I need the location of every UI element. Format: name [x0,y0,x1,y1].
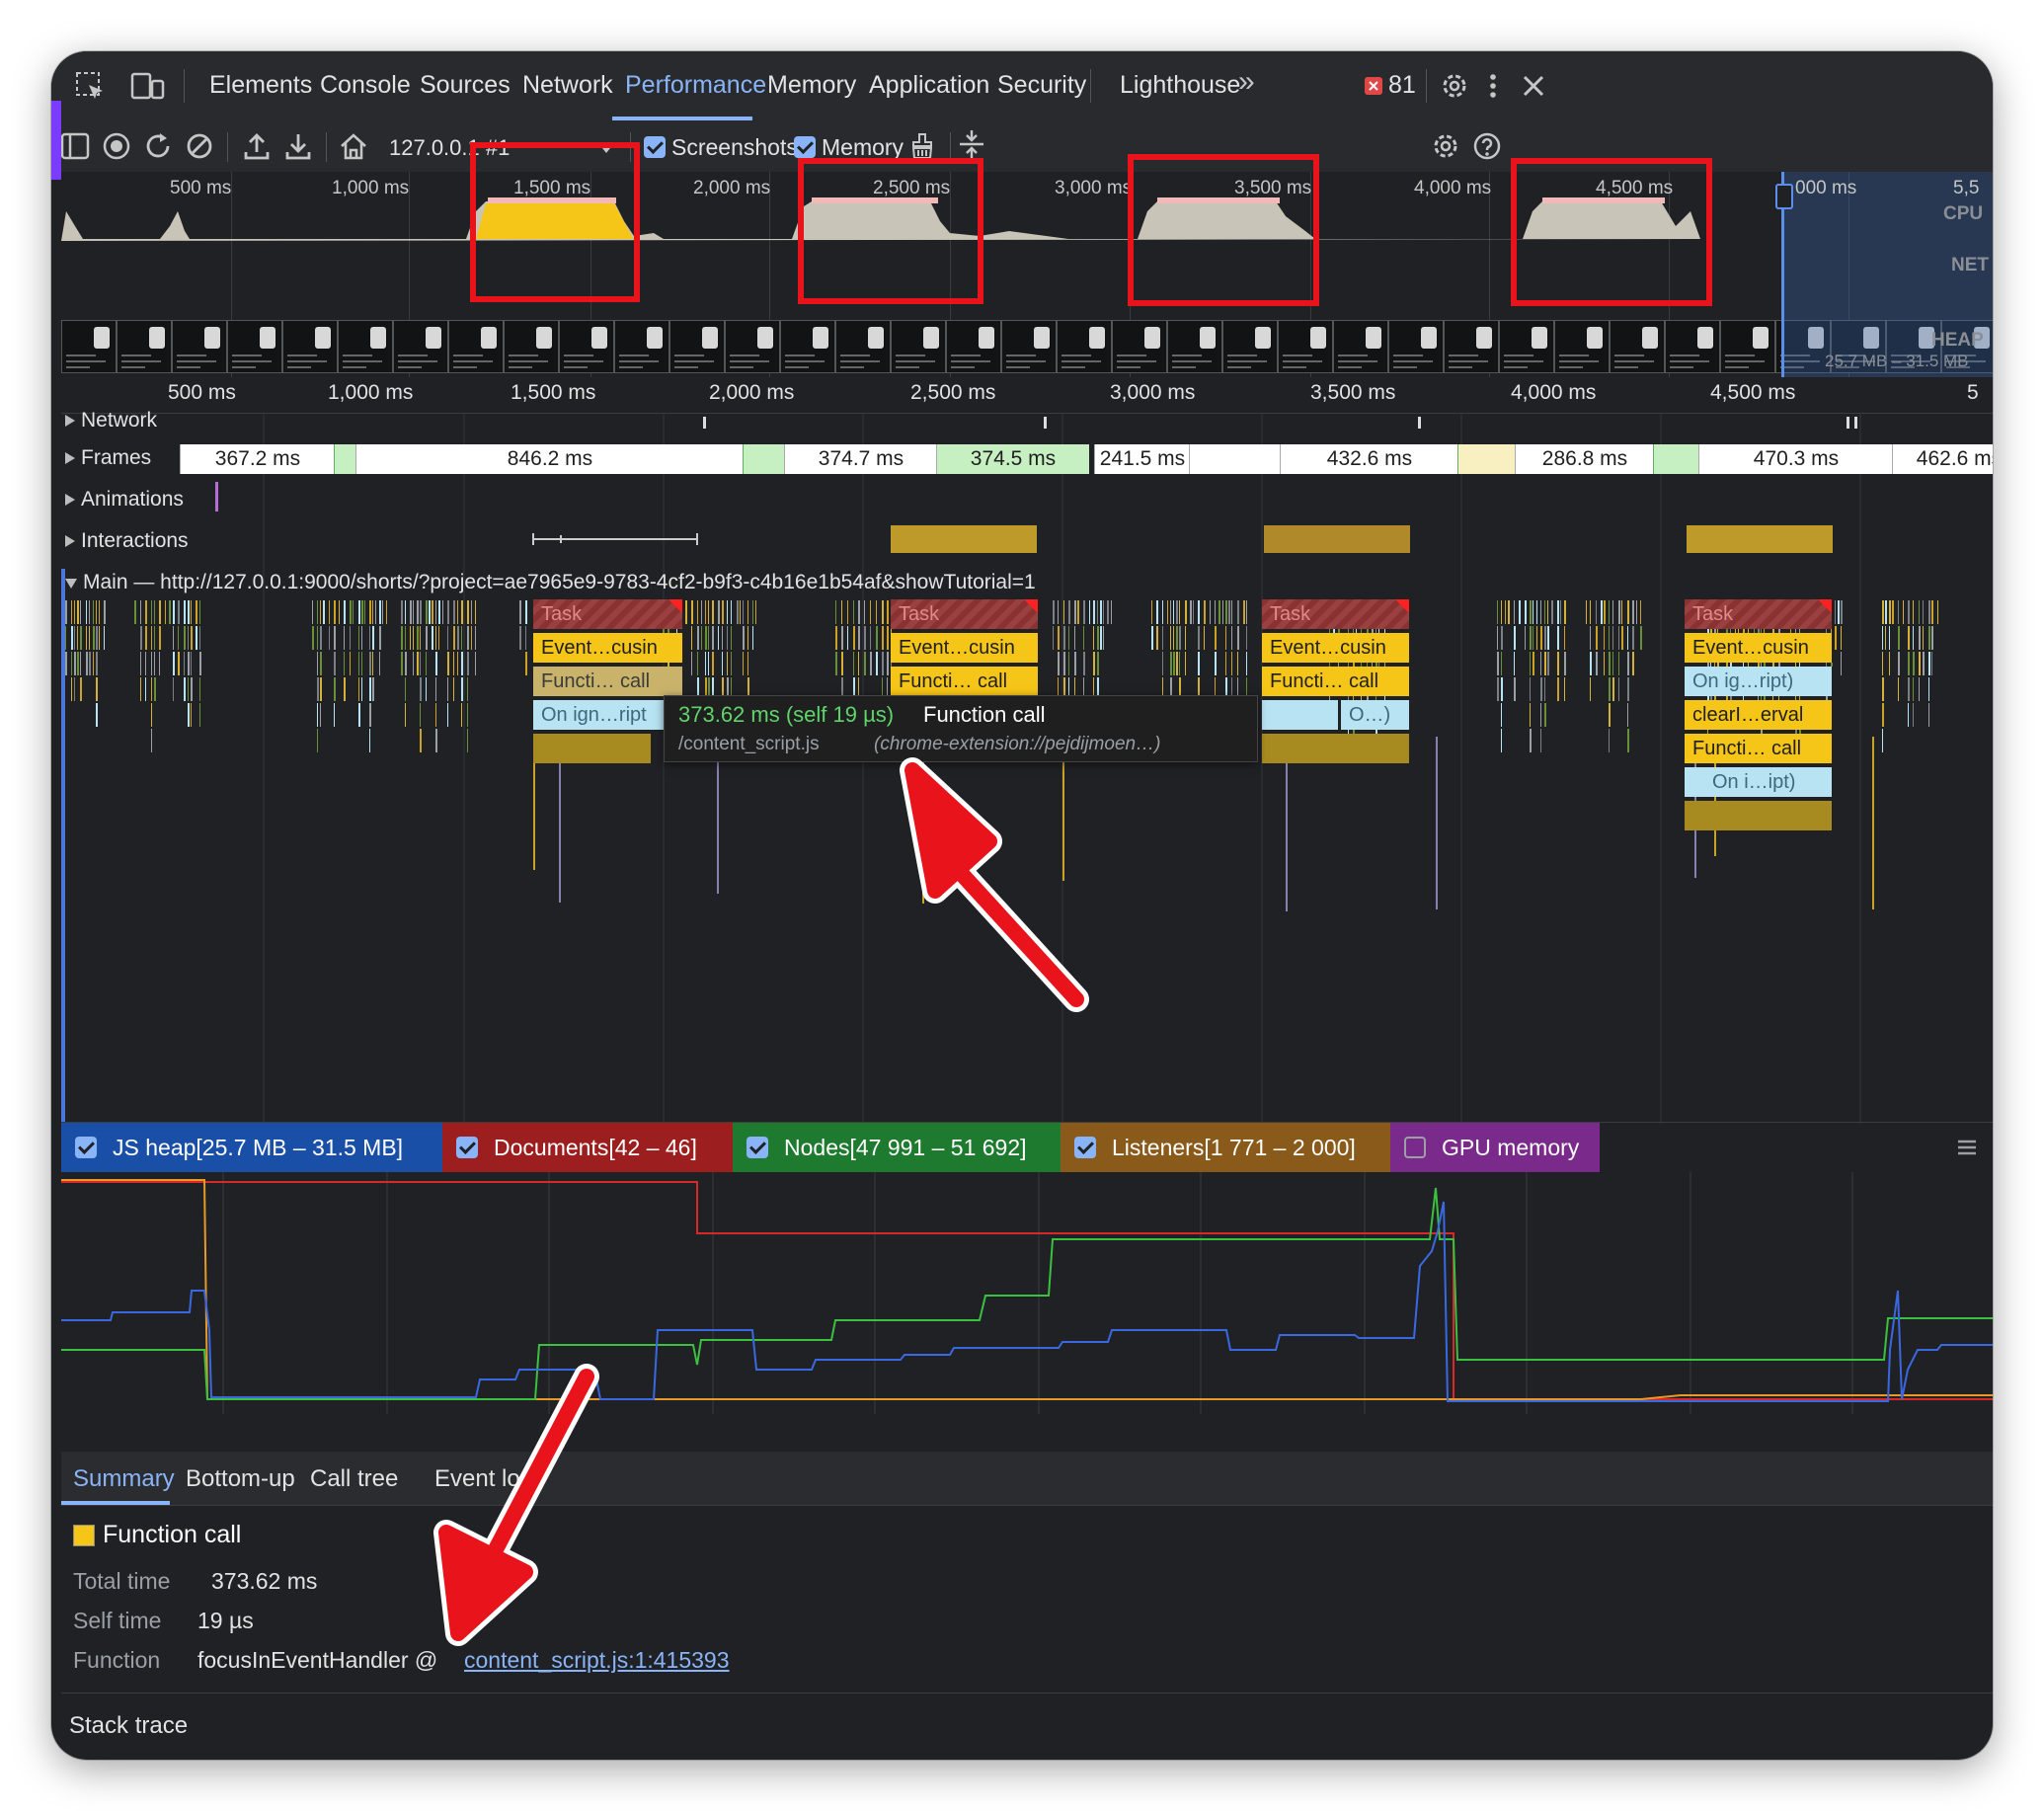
memory-counter-label: Documents[42 – 46] [494,1135,697,1160]
memory-counter-toggle[interactable]: GPU memory [1390,1123,1600,1172]
memory-counter-checkbox[interactable] [747,1137,768,1158]
memory-counter-toggle[interactable]: Listeners[1 771 – 2 000] [1061,1123,1390,1172]
memory-counter-toggle[interactable]: Documents[42 – 46] [442,1123,733,1172]
memory-counter-checkbox[interactable] [456,1137,478,1158]
memory-counter-label: Listeners[1 771 – 2 000] [1112,1135,1356,1160]
memory-counter-label: Nodes[47 991 – 51 692] [784,1135,1027,1160]
devtools-window: Elements Console Sources Network Perform… [51,51,1993,1760]
memory-counter-label: JS heap[25.7 MB – 31.5 MB] [113,1135,404,1160]
annotation-arrows [433,757,1089,1646]
memory-counter-checkbox[interactable] [75,1137,97,1158]
memory-counter-checkbox[interactable] [1404,1137,1426,1158]
memory-counter-toggle[interactable]: Nodes[47 991 – 51 692] [733,1123,1061,1172]
memory-counter-label: GPU memory [1442,1135,1580,1160]
memory-counter-toggle[interactable]: JS heap[25.7 MB – 31.5 MB] [61,1123,442,1172]
memory-counter-checkbox[interactable] [1074,1137,1096,1158]
